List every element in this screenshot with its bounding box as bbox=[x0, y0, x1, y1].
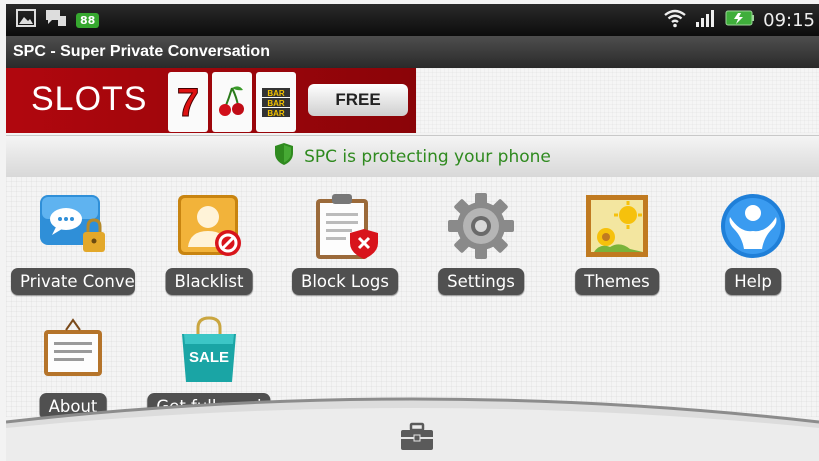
sale-bag-icon: SALE bbox=[172, 314, 246, 388]
chat-notification-icon bbox=[44, 8, 68, 32]
gallery-icon bbox=[16, 9, 36, 31]
svg-text:BAR: BAR bbox=[267, 89, 285, 98]
bottom-dock bbox=[6, 384, 819, 461]
svg-text:BAR: BAR bbox=[267, 109, 285, 118]
block-logs-icon bbox=[308, 189, 382, 263]
slot-reel-seven: 7 bbox=[168, 72, 208, 132]
tile-private-conversation[interactable]: Private Conve bbox=[8, 183, 138, 303]
tile-label: Settings bbox=[438, 268, 524, 295]
themes-icon bbox=[580, 189, 654, 263]
toolbox-icon[interactable] bbox=[398, 422, 436, 452]
svg-text:BAR: BAR bbox=[267, 99, 285, 108]
tile-themes[interactable]: Themes bbox=[552, 183, 682, 303]
help-icon bbox=[716, 189, 790, 263]
tile-label: Block Logs bbox=[292, 268, 398, 295]
app-title: SPC - Super Private Conversation bbox=[13, 43, 270, 60]
app-title-bar: SPC - Super Private Conversation bbox=[6, 36, 819, 68]
slot-reel-cherry-icon bbox=[212, 72, 252, 132]
private-conversation-icon bbox=[36, 189, 110, 263]
clock: 09:15 bbox=[763, 9, 815, 31]
battery-charging-icon bbox=[725, 9, 755, 31]
svg-text:SALE: SALE bbox=[189, 349, 229, 366]
about-icon bbox=[36, 314, 110, 388]
wifi-icon bbox=[663, 8, 687, 32]
tile-settings[interactable]: Settings bbox=[416, 183, 546, 303]
tile-label: Help bbox=[725, 268, 781, 295]
protection-status-text: SPC is protecting your phone bbox=[304, 146, 551, 167]
protection-status-bar: SPC is protecting your phone bbox=[6, 135, 819, 178]
shield-icon bbox=[274, 142, 294, 171]
tile-blacklist[interactable]: Blacklist bbox=[144, 183, 274, 303]
signal-icon bbox=[695, 8, 717, 32]
tile-block-logs[interactable]: Block Logs bbox=[280, 183, 410, 303]
tile-help[interactable]: Help bbox=[688, 183, 818, 303]
ad-banner[interactable]: SLOTS 7 BAR BAR BAR FREE bbox=[6, 68, 416, 133]
svg-text:7: 7 bbox=[177, 81, 199, 124]
battery-badge: 88 bbox=[76, 12, 100, 28]
slot-reel-bar: BAR BAR BAR bbox=[256, 72, 296, 132]
ad-free-button[interactable]: FREE bbox=[308, 84, 408, 116]
ad-banner-filler bbox=[416, 68, 819, 133]
ad-banner-text: SLOTS bbox=[31, 80, 148, 118]
blacklist-icon bbox=[172, 189, 246, 263]
tile-label: Blacklist bbox=[165, 268, 253, 295]
status-bar: 88 09:15 bbox=[6, 4, 819, 36]
feature-grid: Private Conve Blacklist Block Logs Setti… bbox=[6, 177, 819, 420]
gear-icon bbox=[444, 189, 518, 263]
tile-label: Private Conve bbox=[11, 268, 135, 295]
tile-label: Themes bbox=[575, 268, 659, 295]
